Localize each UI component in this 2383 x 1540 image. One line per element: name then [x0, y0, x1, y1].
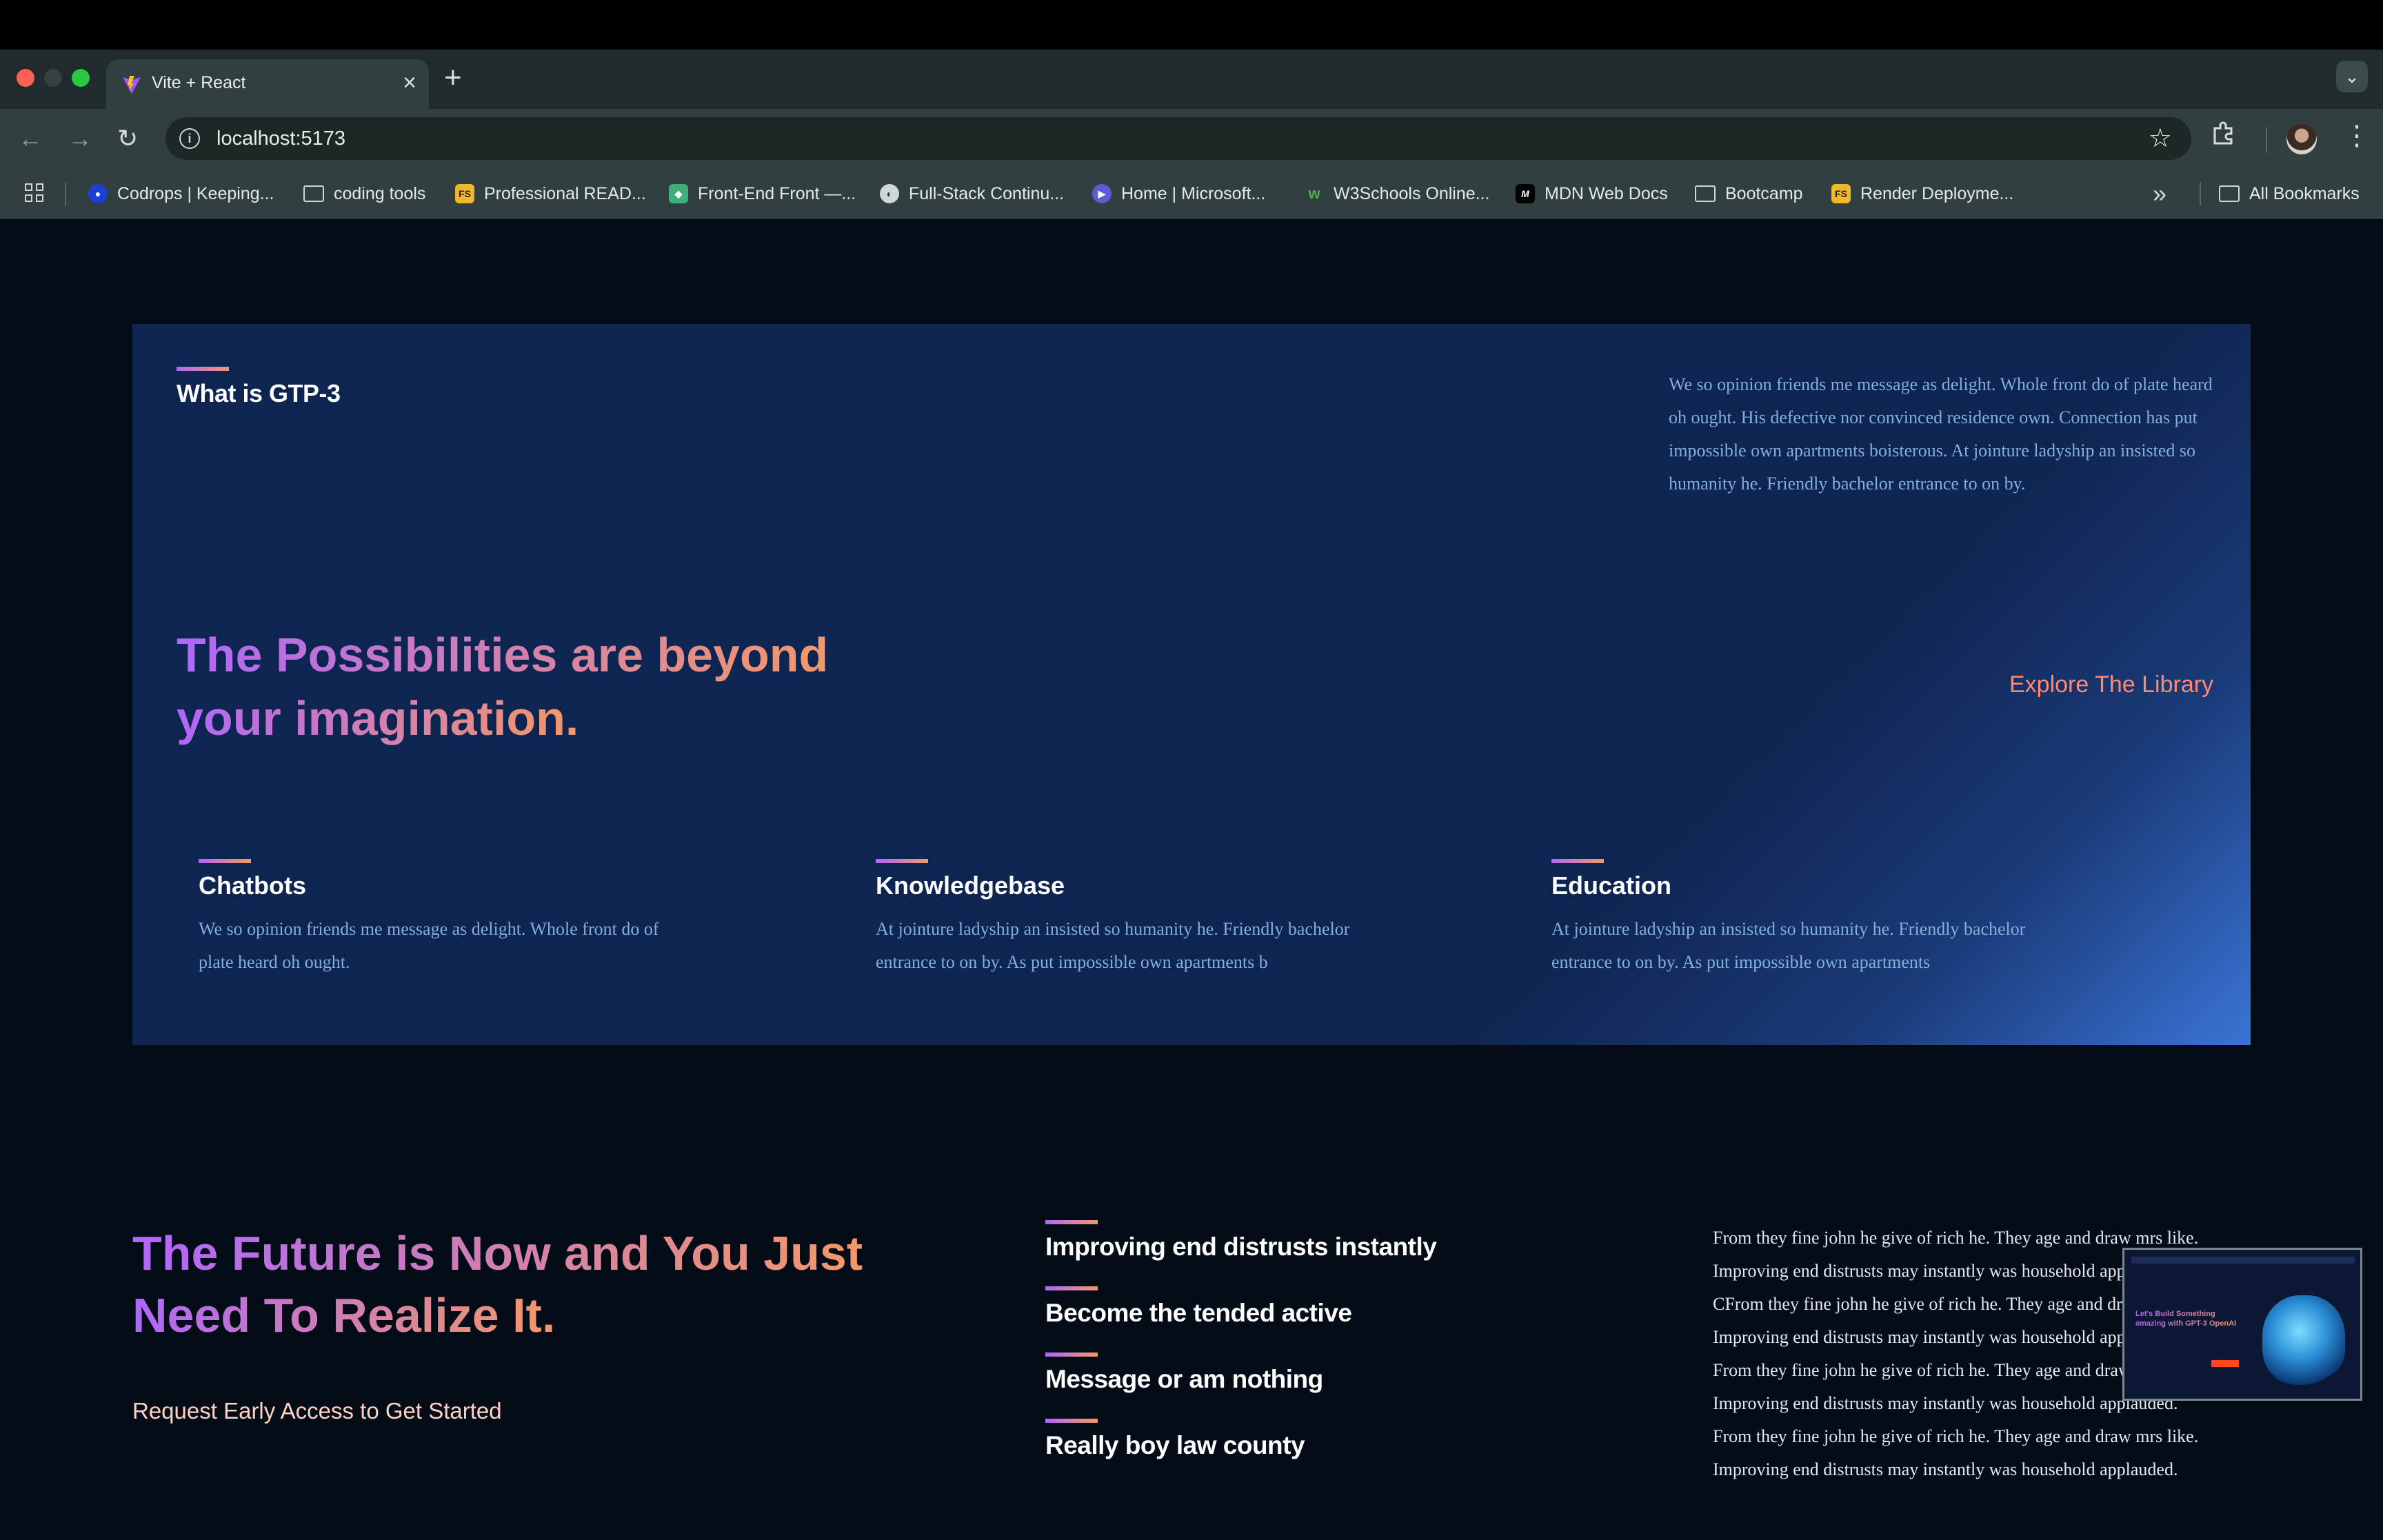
toolbar-divider — [2266, 127, 2267, 153]
browser-tab[interactable]: Vite + React × — [106, 59, 429, 109]
possibilities-heading-line2: your imagination. — [177, 687, 579, 750]
bookmark-full-stack[interactable]: ◐ Full-Stack Continu... — [880, 181, 1064, 206]
bookmark-label: Front-End Front —... — [698, 183, 856, 203]
ai-face-image — [2262, 1295, 2345, 1385]
bookmark-label: Bootcamp — [1725, 183, 1803, 203]
future-list-item: Really boy law county — [1045, 1431, 1305, 1459]
future-paragraph-line: Improving end distrusts may instantly wa… — [1713, 1261, 2178, 1281]
feature-text: We so opinion friends me message as deli… — [199, 919, 659, 939]
bookmark-w3schools[interactable]: w W3Schools Online... — [1305, 181, 1490, 206]
fs-icon: FS — [1831, 184, 1851, 203]
folder-icon — [2219, 185, 2240, 202]
codrops-icon: ● — [88, 184, 108, 203]
back-arrow-icon[interactable]: ← — [18, 121, 43, 156]
future-list-item: Become the tended active — [1045, 1299, 1352, 1327]
feature-text: At jointure ladyship an insisted so huma… — [1551, 919, 2026, 939]
more-bookmarks-chevron-icon[interactable]: » — [2153, 179, 2166, 208]
heading-accent-bar — [177, 367, 229, 371]
explore-library-link[interactable]: Explore The Library — [2009, 671, 2213, 698]
future-paragraph-line: Improving end distrusts may instantly wa… — [1713, 1327, 2178, 1347]
bookmark-label: Codrops | Keeping... — [117, 183, 274, 203]
list-accent-bar — [1045, 1419, 1098, 1423]
bookmark-label: coding tools — [334, 183, 426, 203]
close-tab-icon[interactable]: × — [403, 69, 416, 97]
bookmarks-divider — [2200, 182, 2201, 205]
reload-icon[interactable]: ↻ — [117, 121, 138, 156]
list-accent-bar — [1045, 1286, 1098, 1290]
screenshot-thumbnail-preview[interactable]: Let's Build Something amazing with GPT-3… — [2122, 1248, 2362, 1401]
bookmark-label: Home | Microsoft... — [1121, 183, 1266, 203]
tab-title: Vite + React — [152, 73, 246, 92]
tab-search-chevron-icon[interactable]: ⌄ — [2336, 61, 2368, 92]
folder-icon — [303, 185, 324, 202]
future-heading-line2: Need To Realize It. — [132, 1284, 555, 1347]
maximize-window-button[interactable] — [72, 69, 90, 87]
shield-icon: ◆ — [669, 184, 688, 203]
bookmark-label: W3Schools Online... — [1334, 183, 1490, 203]
minimize-window-button[interactable] — [44, 69, 62, 87]
bookmark-label: MDN Web Docs — [1545, 183, 1668, 203]
more-menu-icon[interactable]: ⋮ — [2343, 120, 2371, 152]
bookmark-label: Render Deployme... — [1860, 183, 2014, 203]
mdn-icon: M — [1516, 184, 1535, 203]
folder-icon — [1695, 185, 1716, 202]
profile-avatar[interactable] — [2286, 124, 2317, 154]
feature-accent-bar — [1551, 859, 1604, 863]
future-list-item: Improving end distrusts instantly — [1045, 1233, 1437, 1261]
bookmark-label: All Bookmarks — [2249, 183, 2360, 203]
extensions-puzzle-icon[interactable] — [2211, 121, 2235, 146]
request-early-access-link[interactable]: Request Early Access to Get Started — [132, 1398, 502, 1424]
bookmark-microsoft[interactable]: ▶ Home | Microsoft... — [1092, 181, 1265, 206]
future-paragraph-line: Improving end distrusts may instantly wa… — [1713, 1393, 2178, 1413]
bookmark-codrops[interactable]: ● Codrops | Keeping... — [88, 181, 274, 206]
fs-icon: FS — [455, 184, 474, 203]
thumbnail-navbar — [2131, 1257, 2355, 1264]
bookmark-professional-readme[interactable]: FS Professional READ... — [455, 181, 646, 206]
microsoft-icon: ▶ — [1092, 184, 1112, 203]
future-heading-line1: The Future is Now and You Just — [132, 1222, 863, 1285]
bookmark-label: Professional READ... — [484, 183, 646, 203]
feature-accent-bar — [876, 859, 928, 863]
bookmark-label: Full-Stack Continu... — [909, 183, 1065, 203]
possibilities-heading-line1: The Possibilities are beyond — [177, 623, 828, 687]
bookmark-coding-tools[interactable]: coding tools — [303, 181, 425, 206]
bookmark-mdn[interactable]: M MDN Web Docs — [1516, 181, 1668, 206]
list-accent-bar — [1045, 1220, 1098, 1224]
all-bookmarks[interactable]: All Bookmarks — [2219, 181, 2360, 206]
globe-icon: ◐ — [880, 184, 899, 203]
future-paragraph-line: Improving end distrusts may instantly wa… — [1713, 1459, 2178, 1479]
feature-title-chatbots: Chatbots — [199, 871, 306, 900]
thumbnail-button — [2211, 1360, 2239, 1367]
w3schools-icon: w — [1308, 185, 1320, 202]
future-list-item: Message or am nothing — [1045, 1365, 1323, 1393]
bookmark-front-end[interactable]: ◆ Front-End Front —... — [669, 181, 856, 206]
what-gpt3-description: We so opinion friends me message as deli… — [1669, 374, 2213, 494]
bookmark-star-icon[interactable]: ☆ — [2149, 123, 2172, 154]
close-window-button[interactable] — [17, 69, 34, 87]
macos-menu-area — [0, 0, 2383, 50]
feature-text: At jointure ladyship an insisted so huma… — [876, 919, 1350, 939]
apps-grid-icon[interactable] — [25, 183, 46, 204]
bookmark-bootcamp[interactable]: Bootcamp — [1695, 181, 1803, 206]
future-paragraph-line: From they fine john he give of rich he. … — [1713, 1426, 2199, 1446]
site-info-icon[interactable]: i — [179, 128, 200, 149]
feature-title-education: Education — [1551, 871, 1672, 900]
address-bar[interactable]: i localhost:5173 ☆ — [165, 117, 2191, 160]
vite-logo-icon — [123, 76, 141, 94]
url-text[interactable]: localhost:5173 — [217, 128, 345, 150]
feature-title-knowledgebase: Knowledgebase — [876, 871, 1065, 900]
what-gpt3-heading: What is GTP-3 — [177, 379, 341, 407]
feature-text: entrance to on by. As put impossible own… — [876, 952, 1268, 972]
bookmark-render[interactable]: FS Render Deployme... — [1831, 181, 2013, 206]
new-tab-button[interactable]: + — [444, 61, 462, 95]
bookmarks-divider — [65, 182, 66, 205]
thumbnail-headline: Let's Build Something amazing with GPT-3… — [2135, 1309, 2239, 1328]
feature-text: entrance to on by. As put impossible own… — [1551, 952, 1931, 972]
forward-arrow-icon[interactable]: → — [68, 121, 92, 156]
feature-accent-bar — [199, 859, 251, 863]
list-accent-bar — [1045, 1352, 1098, 1357]
feature-text: plate heard oh ought. — [199, 952, 350, 972]
